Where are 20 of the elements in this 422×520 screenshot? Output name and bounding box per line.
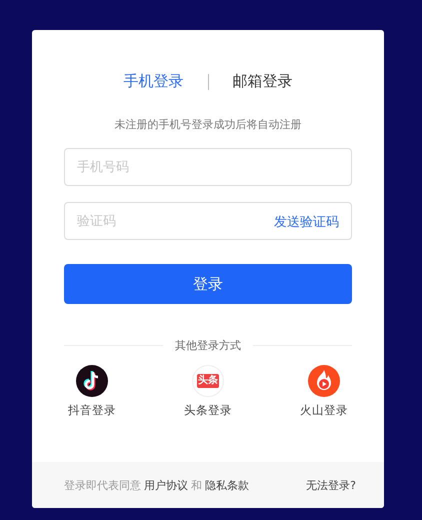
login-tab[interactable]: 邮箱登录 [232, 72, 292, 91]
other-methods-title: 其他登录方式 [175, 338, 241, 353]
option-label: 抖音登录 [68, 403, 116, 418]
agreement-text: 登录即代表同意 用户协议 和 隐私条款 [64, 478, 250, 492]
music-note-icon [76, 365, 108, 397]
agreement-link[interactable]: 隐私条款 [205, 478, 249, 492]
login-button[interactable]: 登录 [64, 264, 352, 304]
login-tab[interactable]: 手机登录 [124, 72, 184, 91]
login-option[interactable]: 火山登录 [300, 365, 348, 418]
send-code-link[interactable]: 发送验证码 [274, 213, 339, 231]
option-label: 火山登录 [300, 403, 348, 418]
cannot-login-link[interactable]: 无法登录? [306, 478, 356, 492]
toutiao-icon: 头条 [192, 365, 224, 397]
register-notice: 未注册的手机号登录成功后将自动注册 [114, 117, 302, 132]
option-label: 头条登录 [184, 403, 232, 418]
login-option[interactable]: 头条 头条登录 [184, 365, 232, 418]
login-option[interactable]: 抖音登录 [68, 365, 116, 418]
phone-field[interactable]: 手机号码 [64, 148, 352, 186]
agreement-link[interactable]: 用户协议 [144, 478, 188, 492]
flame-play-icon [308, 365, 340, 397]
